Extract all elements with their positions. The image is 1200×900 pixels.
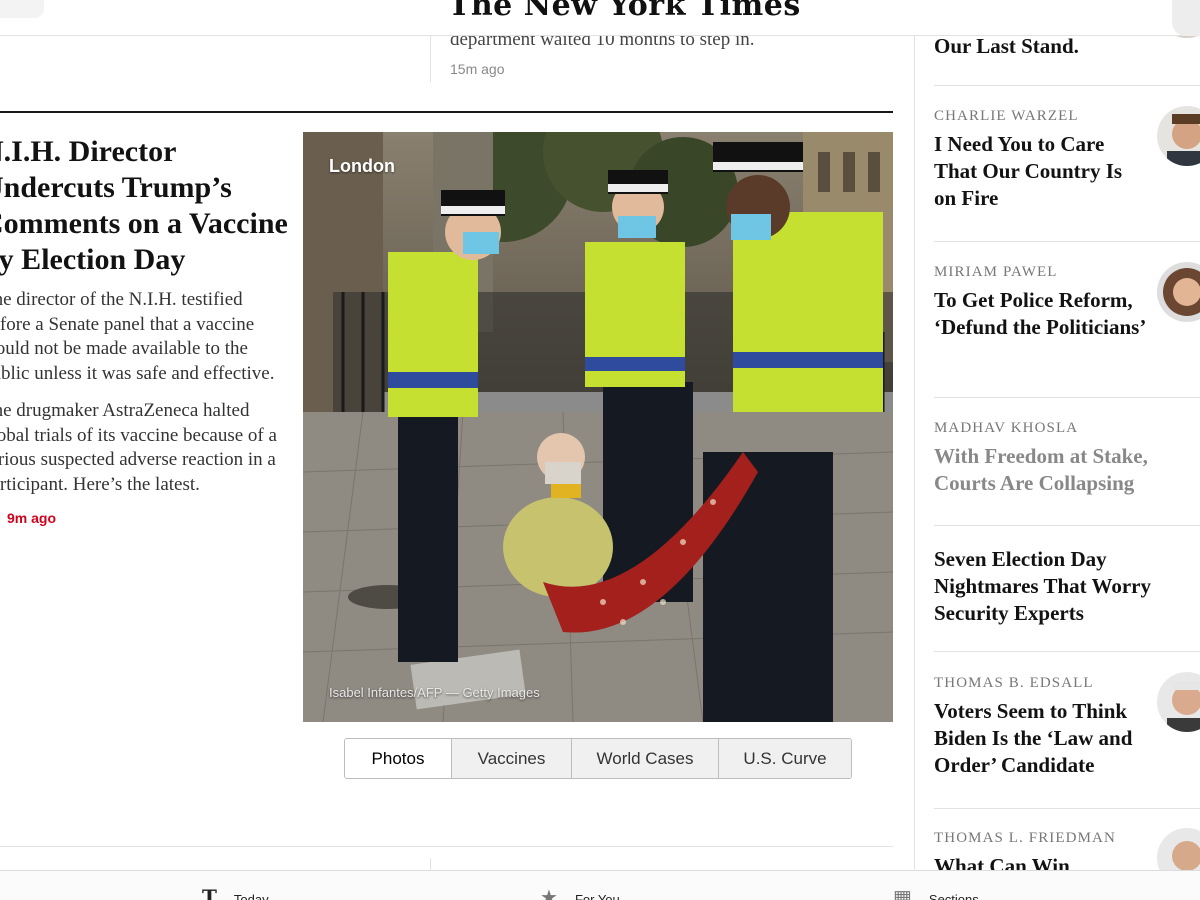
opinion-item[interactable]: Our Last Stand.	[934, 33, 1200, 86]
opinion-item[interactable]: MADHAV KHOSLA With Freedom at Stake, Cou…	[934, 420, 1200, 526]
live-timestamp: 9m ago	[7, 510, 57, 526]
nyt-logo[interactable]: The New York Times	[448, 0, 801, 23]
headline-line: Comments on a Vaccine	[0, 207, 288, 240]
photo-location-label: London	[329, 156, 395, 176]
divider	[934, 808, 1200, 809]
lead-headline[interactable]: N.I.H. Director Undercuts Trump’s Commen…	[0, 134, 288, 278]
summary-bullet: The director of the N.I.H. testified bef…	[0, 289, 275, 384]
summary-bullet: The drugmaker AstraZeneca halted global …	[0, 400, 277, 495]
masthead: The New York Times	[0, 0, 1200, 36]
opinion-headline: I Need You to Care That Our Country Is o…	[934, 132, 1123, 210]
divider	[934, 241, 1200, 242]
story-timestamp: 15m ago	[450, 61, 505, 77]
headline-line: by Election Day	[0, 243, 186, 276]
sections-icon: ▦	[893, 887, 912, 900]
divider	[934, 85, 1200, 86]
column-divider	[914, 36, 915, 870]
tab-label: Today	[233, 892, 269, 900]
tab-sections[interactable]: ▦ Sections	[893, 885, 979, 900]
opinion-headline: Our Last Stand.	[934, 34, 1079, 58]
photo-credit: Isabel Infantes/AFP — Getty Images	[329, 685, 540, 700]
tab-photos[interactable]: Photos	[345, 739, 451, 778]
lead-story[interactable]: N.I.H. Director Undercuts Trump’s Commen…	[0, 134, 288, 526]
back-button[interactable]	[0, 0, 44, 18]
photo-segmented-control: Photos Vaccines World Cases U.S. Curve	[344, 738, 852, 779]
divider	[934, 651, 1200, 652]
opinion-headline: Voters Seem to Think Biden Is the ‘Law a…	[934, 699, 1133, 777]
headline-line: N.I.H. Director	[0, 135, 177, 168]
tab-us-curve[interactable]: U.S. Curve	[718, 739, 851, 778]
tab-label: For You	[574, 892, 620, 900]
section-rule	[0, 111, 893, 113]
opinion-item[interactable]: Seven Election Day Nightmares That Worry…	[934, 546, 1200, 652]
tab-vaccines[interactable]: Vaccines	[451, 739, 571, 778]
divider	[934, 397, 1200, 398]
opinion-headline: With Freedom at Stake, Courts Are Collap…	[934, 444, 1148, 495]
lead-photo[interactable]: London Isabel Infantes/AFP — Getty Image…	[303, 132, 893, 722]
tab-world-cases[interactable]: World Cases	[571, 739, 718, 778]
opinion-headline: To Get Police Reform, ‘Defund the Politi…	[934, 288, 1147, 339]
nyt-t-icon: T	[202, 885, 217, 900]
headline-line: Undercuts Trump’s	[0, 171, 232, 204]
menu-button[interactable]	[1172, 0, 1200, 36]
section-rule	[0, 846, 893, 847]
lead-summary-list: The director of the N.I.H. testified bef…	[0, 288, 282, 497]
tab-for-you[interactable]: ★ For You	[540, 885, 620, 900]
tab-label: Sections	[928, 892, 979, 900]
opinion-headline: Seven Election Day Nightmares That Worry…	[934, 547, 1152, 625]
star-icon: ★	[540, 887, 558, 900]
top-story-snippet[interactable]: department waited 10 months to step in. …	[430, 28, 900, 82]
bottom-tab-bar: T Today ★ For You ▦ Sections	[0, 870, 1200, 900]
divider	[934, 525, 1200, 526]
opinion-author: MADHAV KHOSLA	[934, 420, 1079, 436]
protest-photo-image	[303, 132, 893, 722]
tab-today[interactable]: T Today	[202, 885, 269, 900]
